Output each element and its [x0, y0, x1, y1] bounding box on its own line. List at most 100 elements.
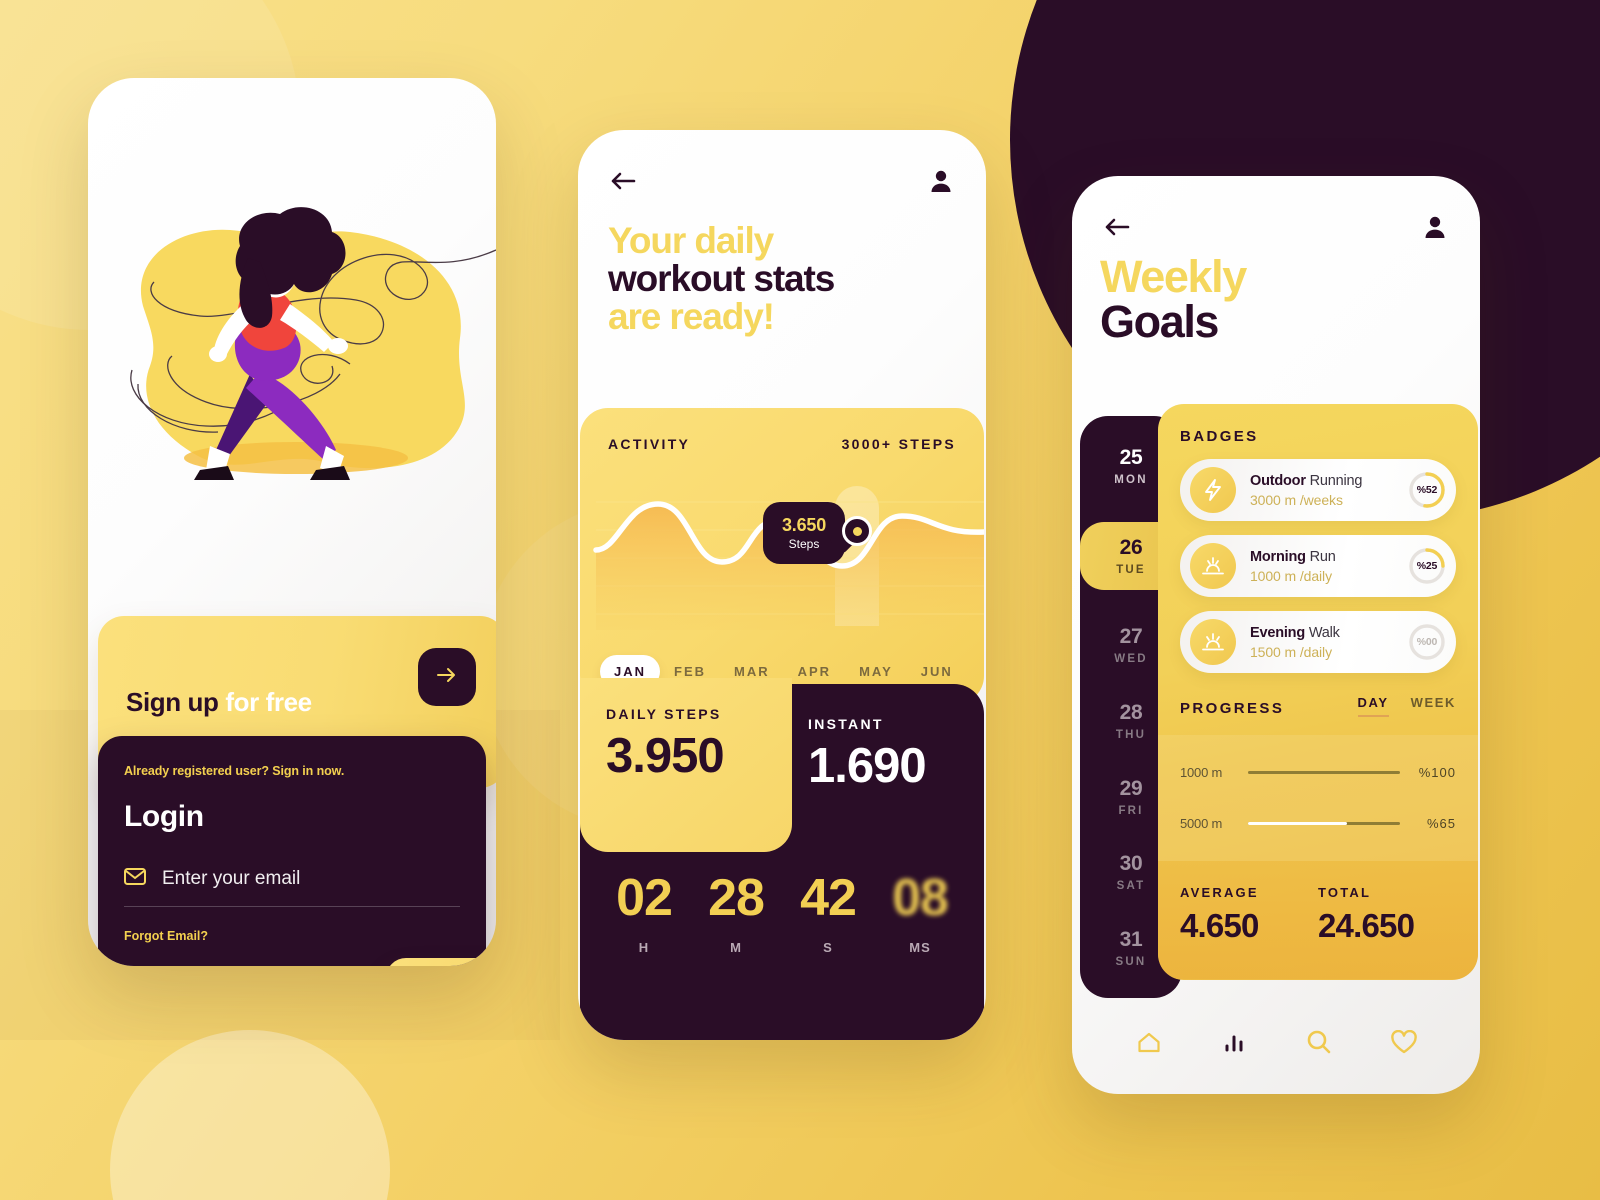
badge-text: Outdoor Running 3000 m /weeks	[1250, 472, 1394, 508]
badge-name-rest: Running	[1305, 473, 1363, 489]
bottom-nav-goals	[1072, 1024, 1480, 1060]
email-field-row[interactable]	[124, 868, 460, 907]
timer-milliseconds-value: 08	[892, 869, 949, 927]
heart-icon[interactable]	[1386, 1024, 1422, 1060]
progress-bar-row-5000m[interactable]: 5000 m %65	[1180, 816, 1456, 831]
stats-title-line3: are ready!	[608, 296, 775, 338]
goals-title-line2: Goals	[1100, 296, 1219, 347]
arrow-left-icon[interactable]	[1102, 212, 1132, 242]
goals-topbar	[1072, 212, 1480, 242]
instant-stat: INSTANT 1.690	[808, 716, 927, 794]
daily-steps-card: DAILY STEPS 3.950	[580, 678, 792, 852]
average-label: AVERAGE	[1180, 885, 1259, 900]
chart-tooltip-value: 3.650	[781, 515, 827, 535]
signup-title-bold: Sign up	[126, 686, 219, 717]
timer-hours-value: 02	[616, 869, 673, 927]
badge-text: Evening Walk 1500 m /daily	[1250, 624, 1394, 660]
badge-sub: 1000 m /daily	[1250, 568, 1332, 584]
activity-chart[interactable]: 3.650 Steps	[580, 480, 984, 630]
signup-title-light: for free	[218, 686, 312, 717]
home-icon[interactable]	[1131, 1024, 1167, 1060]
progress-bar-row-1000m[interactable]: 1000 m %100	[1180, 765, 1456, 780]
progress-bar-fill	[1248, 822, 1347, 825]
phone-screen-signup: Sign up for free Already registered user…	[88, 78, 496, 966]
total-value: 24.650	[1318, 907, 1415, 944]
envelope-icon	[124, 868, 146, 890]
activity-header: ACTIVITY 3000+ STEPS	[580, 408, 984, 452]
badge-item-evening-walk[interactable]: Evening Walk 1500 m /daily %00	[1180, 611, 1456, 673]
timer-milliseconds: 08 MS	[892, 869, 949, 955]
timer-milliseconds-unit: MS	[909, 940, 931, 955]
lightning-bolt-icon	[1190, 467, 1236, 513]
badge-name-bold: Outdoor	[1250, 473, 1306, 489]
progress-section-title: PROGRESS	[1180, 700, 1285, 717]
badge-name-rest: Run	[1305, 549, 1336, 565]
progress-header: PROGRESS DAY WEEK	[1180, 695, 1456, 717]
goals-page-title: Weekly Goals	[1100, 251, 1247, 347]
totals-section: AVERAGE 4.650 TOTAL 24.650	[1158, 861, 1478, 979]
tab-week[interactable]: WEEK	[1411, 695, 1456, 717]
timer-minutes-value: 28	[708, 869, 765, 927]
badge-progress-ring: %00	[1408, 623, 1446, 661]
badge-item-outdoor-running[interactable]: Outdoor Running 3000 m /weeks %52	[1180, 459, 1456, 521]
sunset-icon	[1190, 619, 1236, 665]
badge-name: Evening Walk	[1250, 625, 1340, 641]
badge-progress-ring: %25	[1408, 547, 1446, 585]
user-icon[interactable]	[1420, 212, 1450, 242]
badge-sub: 3000 m /weeks	[1250, 492, 1343, 508]
phone-screen-stats: Your daily workout stats are ready! ACTI…	[578, 130, 986, 1040]
activity-card: ACTIVITY 3000+ STEPS 3.650 Steps JAN FEB…	[580, 408, 984, 704]
bar-chart-icon[interactable]	[1216, 1024, 1252, 1060]
badges-section-title: BADGES	[1180, 428, 1259, 445]
chart-tooltip: 3.650 Steps	[763, 502, 845, 564]
chart-tooltip-label: Steps	[788, 537, 820, 551]
timer-minutes: 28 M	[708, 869, 765, 955]
total-label: TOTAL	[1318, 885, 1372, 900]
walking-woman-illustration	[88, 188, 496, 528]
progress-bar-label: 5000 m	[1180, 816, 1223, 831]
stats-topbar	[578, 166, 986, 196]
sunrise-icon	[1190, 543, 1236, 589]
badge-progress-ring: %52	[1408, 471, 1446, 509]
next-button[interactable]: Next	[386, 958, 496, 966]
tab-day[interactable]: DAY	[1357, 695, 1389, 717]
phone-screen-goals: Weekly Goals 25 MON 26 TUE 27 WED 28 THU…	[1072, 176, 1480, 1094]
progress-bar-label: 1000 m	[1180, 765, 1223, 780]
timer-hours: 02 H	[616, 869, 673, 955]
activity-label: ACTIVITY	[608, 436, 691, 452]
stats-title-line1: Your daily	[608, 220, 774, 261]
chart-data-point-marker[interactable]	[842, 516, 872, 546]
instant-label: INSTANT	[808, 716, 884, 732]
badge-name-bold: Morning	[1250, 549, 1306, 565]
daily-steps-label: DAILY STEPS	[606, 706, 722, 722]
average-value: 4.650	[1180, 907, 1259, 944]
signup-title: Sign up for free	[126, 687, 312, 718]
progress-bars: 1000 m %100 5000 m %65	[1158, 735, 1478, 861]
user-icon[interactable]	[926, 166, 956, 196]
timer-hours-unit: H	[638, 940, 650, 955]
login-hint: Already registered user? Sign in now.	[124, 764, 345, 778]
search-icon[interactable]	[1301, 1024, 1337, 1060]
login-title: Login	[124, 800, 204, 833]
instant-value: 1.690	[808, 739, 927, 793]
goals-title-line1: Weekly	[1100, 251, 1247, 302]
badge-name-bold: Evening	[1250, 625, 1305, 641]
arrow-left-icon[interactable]	[608, 166, 638, 196]
login-card: Already registered user? Sign in now. Lo…	[98, 736, 486, 966]
signup-arrow-button[interactable]	[418, 648, 476, 706]
badge-name: Morning Run	[1250, 549, 1336, 565]
timer-minutes-unit: M	[730, 940, 742, 955]
forgot-email-link[interactable]: Forgot Email?	[124, 929, 460, 943]
timer-seconds-value: 42	[800, 869, 857, 927]
timer-seconds: 42 S	[800, 869, 857, 955]
progress-bar-percent: %65	[1426, 816, 1456, 831]
stats-title-line2: workout stats	[608, 258, 835, 300]
badge-name-rest: Walk	[1305, 625, 1340, 641]
progress-tabs: DAY WEEK	[1357, 695, 1456, 717]
email-input[interactable]	[162, 868, 460, 890]
average-stat: AVERAGE 4.650	[1180, 885, 1318, 979]
badge-item-morning-run[interactable]: Morning Run 1000 m /daily %25	[1180, 535, 1456, 597]
badge-text: Morning Run 1000 m /daily	[1250, 548, 1394, 584]
background-circle-bottom-left	[110, 1030, 390, 1200]
stats-page-title: Your daily workout stats are ready!	[608, 220, 835, 338]
